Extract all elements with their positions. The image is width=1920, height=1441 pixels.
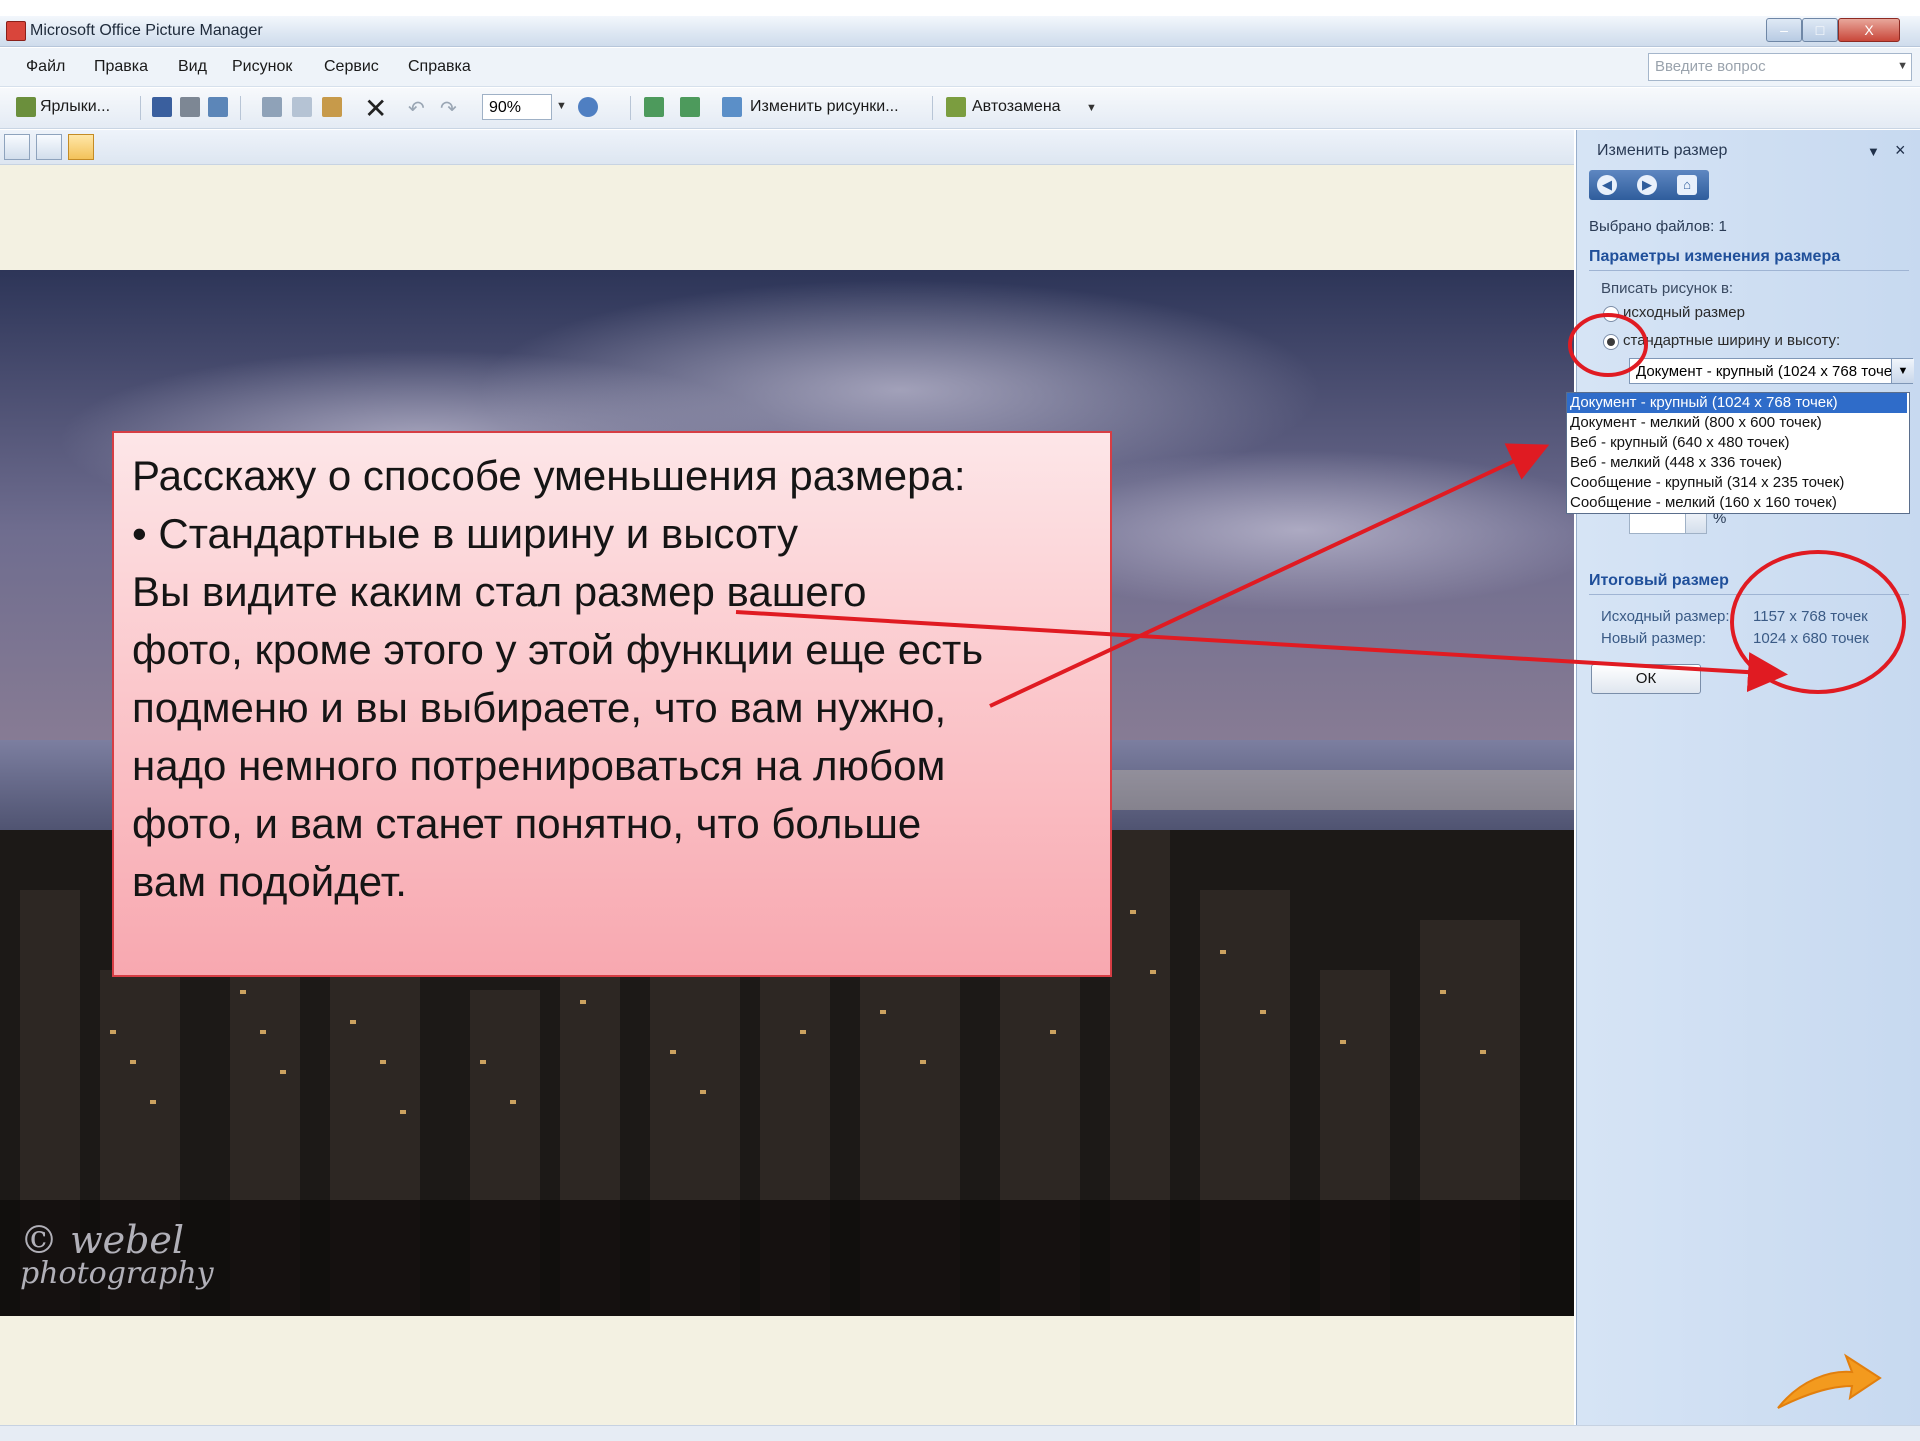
resize-task-pane: Изменить размер ▼ × ◀ ▶ ⌂ Выбрано файлов…	[1576, 130, 1920, 1425]
menu-file[interactable]: Файл	[26, 58, 65, 76]
delete-icon[interactable]: ✕	[364, 92, 387, 125]
undo-icon[interactable]: ↶	[408, 96, 425, 121]
callout-line: Вы видите каким стал размер вашего	[132, 568, 867, 615]
ok-button[interactable]: ОК	[1591, 664, 1701, 694]
home-icon[interactable]: ⌂	[1677, 175, 1697, 195]
chevron-down-icon[interactable]: ▼	[556, 100, 567, 112]
single-view-icon[interactable]	[68, 134, 94, 160]
size-option[interactable]: Веб - мелкий (448 x 336 точек)	[1567, 453, 1907, 473]
title-bar: Microsoft Office Picture Manager – □ X	[0, 16, 1920, 47]
photo-watermark: © webel photography	[20, 1218, 214, 1291]
email-icon[interactable]	[208, 97, 228, 117]
thumbnail-view-icon[interactable]	[4, 134, 30, 160]
standard-size-label: стандартные ширину и высоту:	[1623, 332, 1841, 349]
size-option[interactable]: Сообщение - мелкий (160 x 160 точек)	[1567, 493, 1907, 513]
toolbar-options-icon[interactable]: ▼	[1086, 102, 1097, 114]
standard-size-select[interactable]: Документ - крупный (1024 x 768 точек)	[1629, 358, 1913, 384]
size-option[interactable]: Документ - крупный (1024 x 768 точек)	[1567, 393, 1907, 413]
rotate-right-icon[interactable]	[680, 97, 700, 117]
help-search-placeholder: Введите вопрос	[1655, 58, 1766, 75]
watermark-line-2: photography	[20, 1256, 214, 1291]
pane-title: Изменить размер	[1597, 142, 1728, 159]
help-icon[interactable]	[578, 97, 598, 117]
toolbar-separator	[630, 96, 631, 120]
original-size-text-label: Исходный размер:	[1601, 608, 1730, 625]
original-size-radio[interactable]	[1603, 306, 1619, 322]
callout-line: надо немного потренироваться на любом	[132, 742, 946, 789]
chevron-down-icon[interactable]: ▼	[1897, 60, 1908, 72]
fit-picture-label: Вписать рисунок в:	[1601, 280, 1734, 297]
divider	[1589, 270, 1909, 271]
edit-pictures-icon	[722, 97, 742, 117]
files-selected: Выбрано файлов: 1	[1589, 218, 1727, 235]
back-icon[interactable]: ◀	[1597, 175, 1617, 195]
menu-tools[interactable]: Сервис	[324, 58, 379, 76]
new-size-value: 1024 x 680 точек	[1753, 630, 1869, 647]
original-size-label: исходный размер	[1623, 304, 1745, 321]
filmstrip-view-icon[interactable]	[36, 134, 62, 160]
paste-icon[interactable]	[322, 97, 342, 117]
new-size-text-label: Новый размер:	[1601, 630, 1707, 647]
menu-bar: Файл Правка Вид Рисунок Сервис Справка В…	[0, 48, 1920, 87]
callout-line: фото, и вам станет понятно, что больше	[132, 800, 922, 847]
menu-edit[interactable]: Правка	[94, 58, 148, 76]
app-icon	[6, 21, 26, 41]
cut-icon[interactable]	[262, 97, 282, 117]
autocorrect-icon	[946, 97, 966, 117]
shortcuts-button[interactable]: Ярлыки...	[40, 98, 110, 116]
callout-line: • Стандартные в ширину и высоту	[132, 510, 799, 557]
rotate-left-icon[interactable]	[644, 97, 664, 117]
result-size-title: Итоговый размер	[1589, 572, 1729, 589]
menu-help[interactable]: Справка	[408, 58, 471, 76]
print-icon[interactable]	[180, 97, 200, 117]
toolbar-separator	[140, 96, 141, 120]
callout-line: вам подойдет.	[132, 858, 407, 905]
callout-line: Расскажу о способе уменьшения размера:	[132, 452, 966, 499]
maximize-button[interactable]: □	[1802, 18, 1838, 42]
toolbar-separator	[932, 96, 933, 120]
zoom-select[interactable]: 90%	[482, 94, 552, 120]
redo-icon[interactable]: ↷	[440, 96, 457, 121]
copy-icon[interactable]	[292, 97, 312, 117]
autocorrect-button[interactable]: Автозамена	[972, 98, 1061, 116]
resize-settings-title: Параметры изменения размера	[1589, 248, 1841, 265]
pane-navigation: ◀ ▶ ⌂	[1589, 170, 1709, 200]
size-option[interactable]: Сообщение - крупный (314 x 235 точек)	[1567, 473, 1907, 493]
menu-picture[interactable]: Рисунок	[232, 58, 292, 76]
edit-pictures-button[interactable]: Изменить рисунки...	[750, 98, 899, 116]
standard-toolbar: Ярлыки... ✕ ↶ ↷ 90% ▼ Изменить рисунки..…	[0, 88, 1920, 129]
shortcuts-icon	[16, 97, 36, 117]
original-size-value: 1157 x 768 точек	[1753, 608, 1868, 625]
status-bar	[0, 1425, 1920, 1441]
annotation-callout: Расскажу о способе уменьшения размера: •…	[112, 431, 1112, 977]
view-strip	[0, 130, 1574, 165]
size-option[interactable]: Веб - крупный (640 x 480 точек)	[1567, 433, 1907, 453]
size-option[interactable]: Документ - мелкий (800 x 600 точек)	[1567, 413, 1907, 433]
help-search-input[interactable]: Введите вопрос ▼	[1648, 53, 1912, 81]
window-title: Microsoft Office Picture Manager	[30, 22, 263, 39]
callout-line: фото, кроме этого у этой функции еще ест…	[132, 626, 984, 673]
menu-view[interactable]: Вид	[178, 58, 207, 76]
divider	[1589, 594, 1909, 595]
close-button[interactable]: X	[1838, 18, 1900, 42]
pane-close-button[interactable]: ×	[1895, 140, 1906, 161]
standard-size-radio[interactable]	[1603, 334, 1619, 350]
size-options-list[interactable]: Документ - крупный (1024 x 768 точек) До…	[1566, 392, 1910, 514]
save-icon[interactable]	[152, 97, 172, 117]
pane-menu-icon[interactable]: ▼	[1867, 144, 1880, 159]
toolbar-separator	[240, 96, 241, 120]
forward-icon[interactable]: ▶	[1637, 175, 1657, 195]
callout-line: подменю и вы выбираете, что вам нужно,	[132, 684, 947, 731]
chevron-down-icon[interactable]: ▼	[1891, 359, 1914, 383]
minimize-button[interactable]: –	[1766, 18, 1802, 42]
